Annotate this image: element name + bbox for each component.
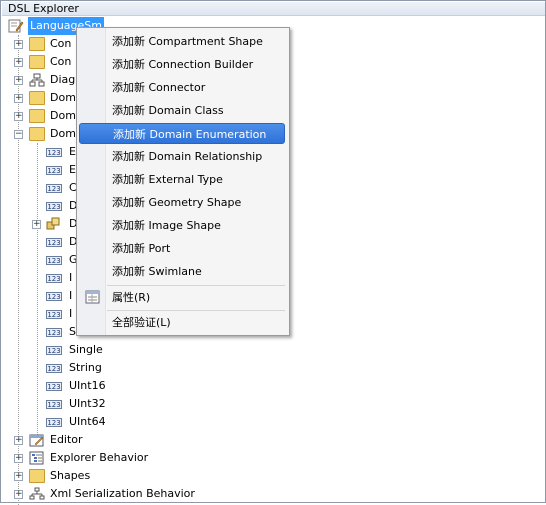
menu-item-add-swimlane[interactable]: 添加新 Swimlane bbox=[79, 261, 285, 282]
expand-icon[interactable]: + bbox=[14, 40, 23, 49]
tree-item-label: Diag bbox=[50, 73, 76, 86]
menu-item-validate-all[interactable]: 全部验证(L) bbox=[79, 312, 285, 333]
menu-item-add-domain-relationship[interactable]: 添加新 Domain Relationship bbox=[79, 146, 285, 167]
tree-item-label: E bbox=[69, 145, 76, 158]
numeric-123-icon: 123 bbox=[46, 202, 62, 211]
numeric-123-icon: 123 bbox=[46, 310, 62, 319]
menu-separator bbox=[107, 285, 285, 286]
expand-icon[interactable]: + bbox=[14, 58, 23, 67]
numeric-123-icon: 123 bbox=[46, 166, 62, 175]
tree-item-label: I bbox=[69, 289, 73, 302]
dsl-pencil-icon bbox=[8, 19, 24, 33]
numeric-123-icon: 123 bbox=[46, 418, 62, 427]
tree-item-label: Dom bbox=[50, 91, 76, 104]
numeric-123-icon: 123 bbox=[46, 346, 62, 355]
xml-serialization-icon bbox=[29, 487, 45, 500]
menu-item-add-external-type[interactable]: 添加新 External Type bbox=[79, 169, 285, 190]
menu-item-add-connection-builder[interactable]: 添加新 Connection Builder bbox=[79, 54, 285, 75]
tree-item-label: Con bbox=[50, 55, 72, 68]
tree-item-label: UInt64 bbox=[69, 415, 106, 428]
dsl-explorer-window: DSL Explorer LanguageSm + Con + Con + Di… bbox=[0, 0, 546, 505]
explorer-behavior-icon bbox=[29, 451, 44, 465]
collapse-icon[interactable]: − bbox=[14, 130, 23, 139]
expand-icon[interactable]: + bbox=[14, 454, 23, 463]
numeric-123-icon: 123 bbox=[46, 184, 62, 193]
numeric-123-icon: 123 bbox=[46, 328, 62, 337]
menu-item-add-port[interactable]: 添加新 Port bbox=[79, 238, 285, 259]
editor-icon bbox=[29, 434, 44, 447]
numeric-123-icon: 123 bbox=[46, 292, 62, 301]
menu-item-add-geometry-shape[interactable]: 添加新 Geometry Shape bbox=[79, 192, 285, 213]
tree-item-label: Explorer Behavior bbox=[50, 451, 149, 464]
diagram-icon bbox=[29, 73, 45, 87]
tree-item-label: Shapes bbox=[50, 469, 91, 482]
numeric-123-icon: 123 bbox=[46, 148, 62, 157]
menu-item-add-connector[interactable]: 添加新 Connector bbox=[79, 77, 285, 98]
menu-item-add-domain-enumeration[interactable]: 添加新 Domain Enumeration bbox=[79, 123, 285, 144]
tree-item-label: Single bbox=[69, 343, 103, 356]
context-menu: 添加新 Compartment Shape 添加新 Connection Bui… bbox=[76, 27, 290, 336]
expand-icon[interactable]: + bbox=[14, 436, 23, 445]
tree-item-label: E bbox=[69, 163, 76, 176]
tree-item-label: I bbox=[69, 271, 73, 284]
menu-separator bbox=[107, 310, 285, 311]
numeric-123-icon: 123 bbox=[46, 364, 62, 373]
tree-item-label: Dom bbox=[50, 127, 76, 140]
expand-icon[interactable]: + bbox=[14, 76, 23, 85]
tree-item-label: String bbox=[69, 361, 102, 374]
tree-item-label: UInt32 bbox=[69, 397, 106, 410]
external-type-icon bbox=[46, 217, 60, 230]
folder-icon bbox=[29, 109, 45, 123]
properties-icon bbox=[85, 290, 100, 304]
tree-item-label: UInt16 bbox=[69, 379, 106, 392]
menu-item-add-image-shape[interactable]: 添加新 Image Shape bbox=[79, 215, 285, 236]
numeric-123-icon: 123 bbox=[46, 238, 62, 247]
tree-item-label: S bbox=[69, 325, 76, 338]
tree-item-label: Editor bbox=[50, 433, 83, 446]
tree-item-label: Con bbox=[50, 37, 72, 50]
numeric-123-icon: 123 bbox=[46, 274, 62, 283]
menu-item-add-compartment-shape[interactable]: 添加新 Compartment Shape bbox=[79, 31, 285, 52]
menu-item-properties[interactable]: 属性(R) bbox=[79, 287, 285, 308]
numeric-123-icon: 123 bbox=[46, 382, 62, 391]
expand-icon[interactable]: + bbox=[14, 94, 23, 103]
window-title: DSL Explorer bbox=[2, 2, 545, 16]
tree-item-label: Dom bbox=[50, 109, 76, 122]
folder-icon bbox=[29, 55, 45, 69]
numeric-123-icon: 123 bbox=[46, 400, 62, 409]
folder-icon bbox=[29, 37, 45, 51]
tree-line-sub bbox=[37, 143, 38, 439]
folder-icon bbox=[29, 91, 45, 105]
expand-icon[interactable]: + bbox=[32, 220, 41, 229]
expand-icon[interactable]: + bbox=[14, 472, 23, 481]
numeric-123-icon: 123 bbox=[46, 256, 62, 265]
tree-item-label: Xml Serialization Behavior bbox=[50, 487, 195, 500]
menu-item-add-domain-class[interactable]: 添加新 Domain Class bbox=[79, 100, 285, 121]
tree-item-label: I bbox=[69, 307, 73, 320]
folder-open-icon bbox=[29, 127, 45, 141]
expand-icon[interactable]: + bbox=[14, 490, 23, 499]
folder-icon bbox=[29, 469, 45, 483]
expand-icon[interactable]: + bbox=[14, 112, 23, 121]
